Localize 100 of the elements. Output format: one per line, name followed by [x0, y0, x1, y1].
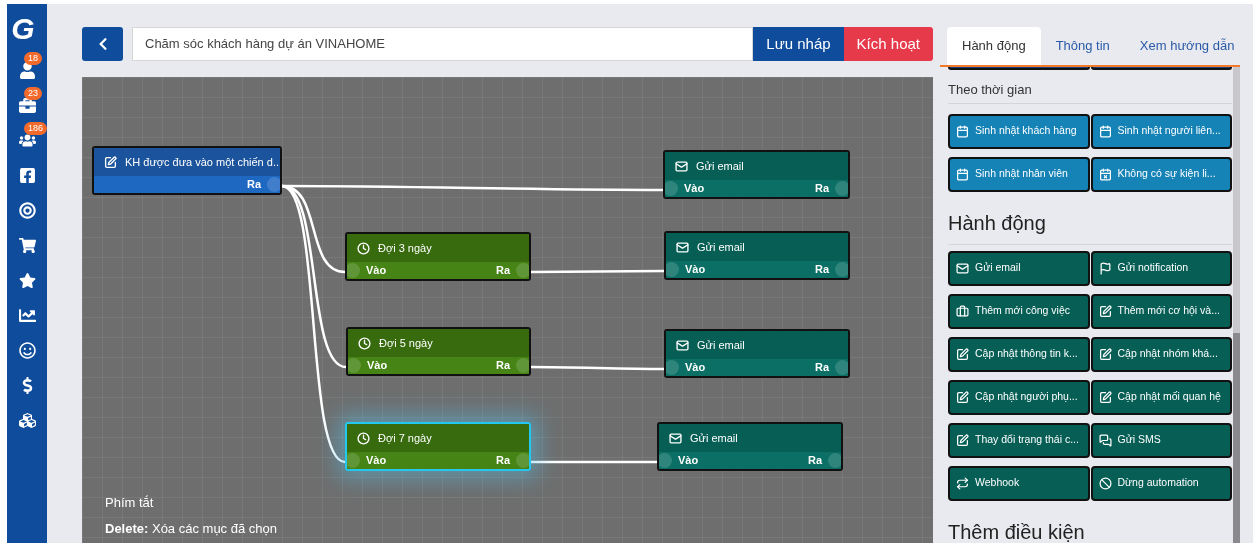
node-title: Gửi email [696, 158, 744, 174]
panel-button[interactable]: Gửi notification [1090, 250, 1232, 286]
back-button[interactable] [82, 27, 123, 61]
stop-icon [1098, 476, 1112, 490]
panel-button[interactable]: Webhook [948, 465, 1090, 501]
calendar-icon [956, 167, 969, 181]
smiley-icon[interactable] [18, 341, 36, 359]
panel-tab[interactable]: Xem hướng dẫn [1124, 27, 1250, 65]
section-label: Theo thời gian [948, 80, 1232, 104]
panel-button[interactable]: Thay đổi trạng thái c... [948, 422, 1090, 458]
chart-icon[interactable] [18, 306, 36, 324]
mail-icon [675, 159, 688, 173]
port-label: Vào [685, 360, 706, 376]
node-title: Gửi email [697, 337, 745, 353]
panel-button[interactable]: Cập nhật thông tin k... [948, 336, 1090, 372]
clock-icon [358, 336, 371, 350]
section-heading: Thêm điều kiện [948, 516, 1232, 543]
panel-tab[interactable]: Hành động [947, 27, 1041, 65]
output-port[interactable] [828, 453, 841, 468]
edit-icon [1098, 304, 1112, 318]
output-port[interactable] [516, 453, 529, 468]
input-port[interactable] [666, 360, 679, 375]
briefcase-icon [956, 304, 969, 318]
mail-icon [676, 240, 689, 254]
node-title: Đợi 3 ngày [378, 240, 432, 256]
panel-button[interactable]: Gửi email [948, 250, 1090, 286]
flow-node[interactable]: Gửi email Vào Ra [664, 329, 850, 378]
port-label: Ra [814, 360, 829, 376]
panel-button[interactable]: Thêm mới công việc [948, 293, 1090, 329]
flow-node[interactable]: KH được đưa vào một chiến d... Ra [92, 146, 282, 195]
cart-icon[interactable] [18, 236, 36, 254]
count-badge: 186 [24, 122, 48, 135]
port-label: Vào [366, 263, 387, 279]
output-port[interactable] [267, 177, 280, 192]
input-port[interactable] [659, 453, 672, 468]
logo[interactable]: G [11, 14, 35, 44]
flow-node[interactable]: Gửi email Vào Ra [664, 231, 850, 280]
output-port[interactable] [835, 181, 848, 196]
flow-node[interactable]: Gửi email Vào Ra [657, 422, 843, 471]
output-port[interactable] [516, 263, 529, 278]
node-title: Đợi 7 ngày [378, 430, 432, 446]
input-port[interactable] [347, 263, 360, 278]
port-label: Ra [495, 358, 510, 374]
edit-icon [1098, 390, 1112, 404]
edit-icon [956, 390, 969, 404]
cubes-icon[interactable] [18, 411, 36, 429]
port-label: Vào [685, 262, 706, 278]
panel-button[interactable]: Sinh nhật người liên... [1090, 113, 1232, 149]
flow-node[interactable]: Đợi 5 ngày Vào Ra [346, 327, 531, 376]
count-badge: 18 [24, 52, 42, 65]
output-port[interactable] [835, 360, 848, 375]
port-label: Vào [366, 453, 387, 469]
flag-icon [1098, 261, 1112, 275]
input-port[interactable] [348, 358, 361, 373]
activate-button[interactable]: Kích hoạt [843, 27, 933, 61]
user-icon[interactable] [18, 61, 36, 79]
calendar-x-icon [1098, 167, 1112, 181]
panel-button[interactable]: Sinh nhật khách hàng [948, 113, 1090, 149]
panel-button[interactable]: Cập nhật người phụ... [948, 379, 1090, 415]
panel-button[interactable]: Dừng automation [1090, 465, 1232, 501]
port-label: Ra [814, 181, 829, 197]
panel-button[interactable]: Gửi SMS [1090, 422, 1232, 458]
input-port[interactable] [666, 262, 679, 277]
campaign-name-field[interactable]: Chăm sóc khách hàng dự án VINAHOME [132, 27, 754, 61]
node-title: KH được đưa vào một chiến d... [125, 154, 280, 170]
target-icon[interactable] [18, 201, 36, 219]
scrollbar[interactable] [1233, 67, 1240, 543]
clock-icon [357, 431, 370, 445]
shortcuts-title: Phím tắt [105, 494, 155, 512]
panel-button[interactable]: Sinh nhật nhân viên [948, 156, 1090, 192]
panel-tab[interactable]: Thông tin [1040, 27, 1125, 65]
panel-button[interactable]: Cập nhật mối quan hệ [1090, 379, 1232, 415]
clock-icon [357, 241, 370, 255]
port-label: Ra [807, 453, 822, 469]
mail-icon [669, 431, 682, 445]
chat-icon [1098, 433, 1112, 447]
panel-button[interactable]: Thêm mới cơ hội và... [1090, 293, 1232, 329]
input-port[interactable] [665, 181, 678, 196]
port-label: Ra [495, 263, 510, 279]
node-title: Gửi email [690, 430, 738, 446]
panel-button[interactable]: Cập nhật nhóm khá... [1090, 336, 1232, 372]
shortcut-hint: Delete: Xóa các mục đã chọn [105, 519, 277, 538]
flow-node[interactable]: Gửi email Vào Ra [663, 150, 850, 199]
star-icon[interactable] [18, 271, 36, 289]
flow-node[interactable]: Đợi 3 ngày Vào Ra [345, 232, 531, 281]
calendar-icon [956, 124, 969, 138]
flow-node[interactable]: Đợi 7 ngày Vào Ra [345, 422, 531, 471]
input-port[interactable] [347, 453, 360, 468]
section-heading: Hành động [948, 207, 1232, 245]
briefcase-icon[interactable] [18, 96, 36, 114]
calendar-icon [1098, 124, 1112, 138]
node-title: Đợi 5 ngày [379, 335, 433, 351]
output-port[interactable] [835, 262, 848, 277]
panel-button[interactable]: Không có sự kiện li... [1090, 156, 1232, 192]
node-title: Gửi email [697, 239, 745, 255]
facebook-icon[interactable] [18, 166, 36, 184]
edit-icon [956, 433, 969, 447]
save-draft-button[interactable]: Lưu nháp [753, 27, 844, 61]
edit-icon [956, 347, 969, 361]
output-port[interactable] [516, 358, 529, 373]
